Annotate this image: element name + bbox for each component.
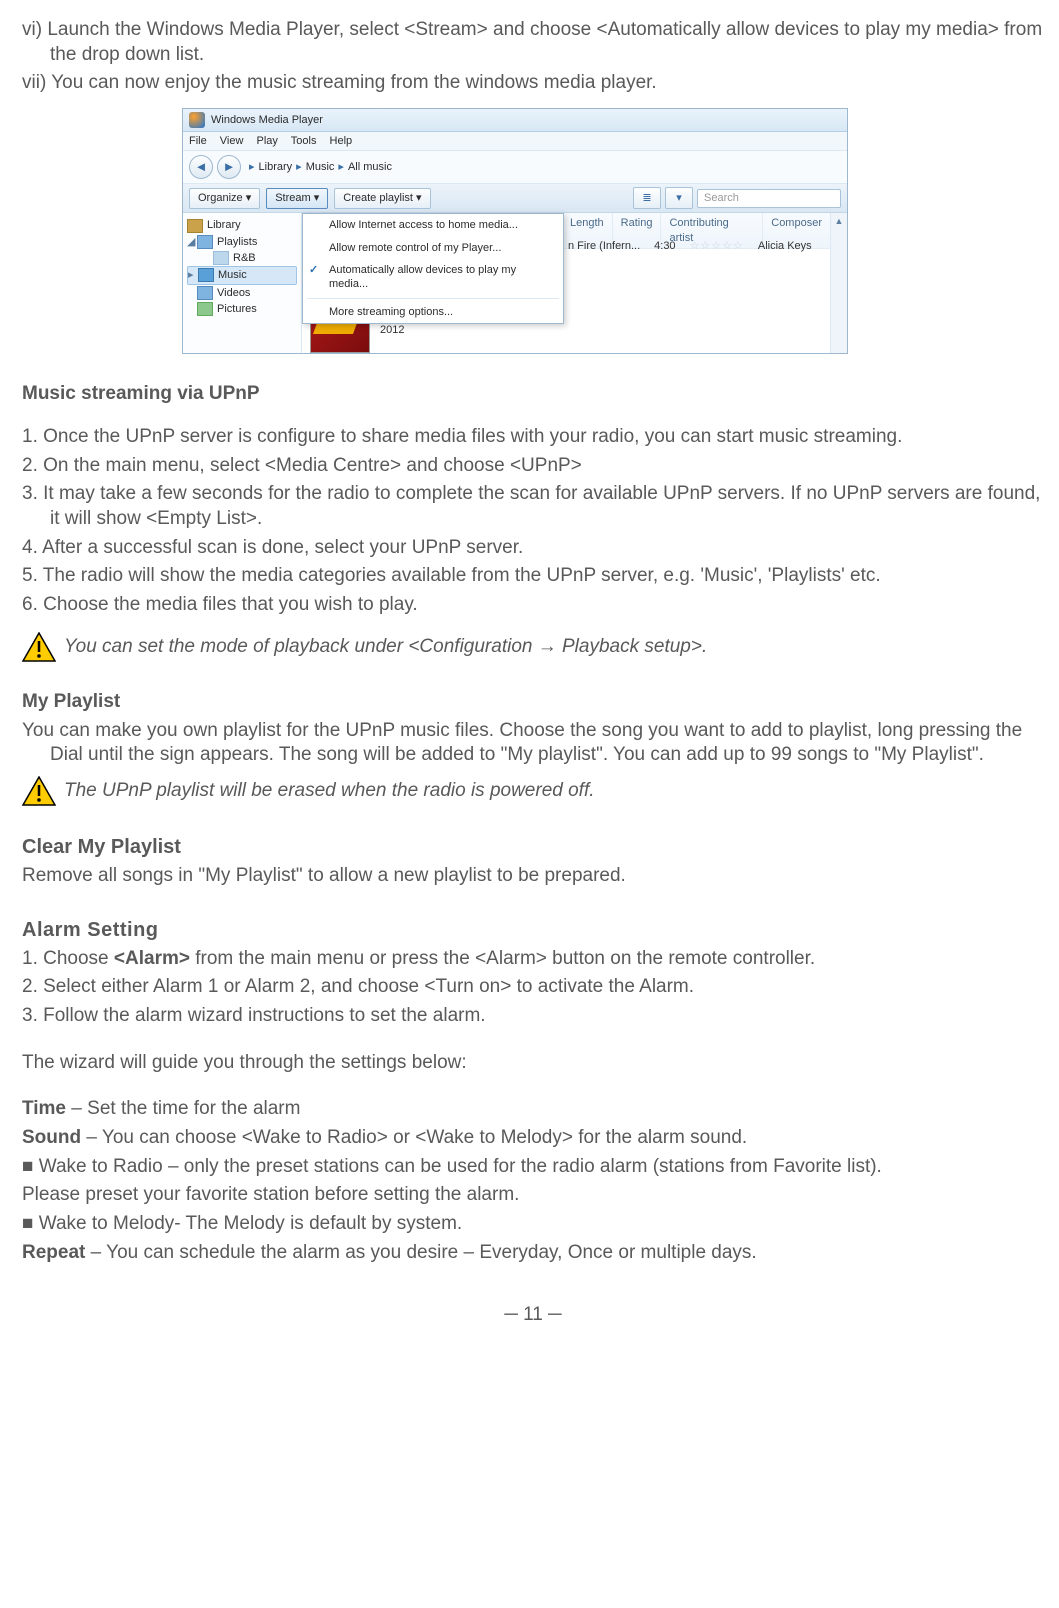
wizard-intro: The wizard will guide you through the se… — [22, 1051, 1044, 1076]
warning-playback: You can set the mode of playback under <… — [22, 632, 1044, 662]
dropdown-item-4[interactable]: More streaming options... — [303, 301, 563, 323]
wake-to-radio: ■ Wake to Radio – only the preset statio… — [22, 1155, 1044, 1180]
step-vi: vi) Launch the Windows Media Player, sel… — [22, 18, 1044, 67]
sidebar-item-library[interactable]: Library — [187, 217, 297, 233]
upnp-step-1: 1. Once the UPnP server is configure to … — [22, 425, 1044, 450]
setting-sound: Sound – You can choose <Wake to Radio> o… — [22, 1126, 1044, 1151]
menu-play[interactable]: Play — [257, 135, 278, 147]
track-title: n Fire (Infern... — [568, 239, 640, 253]
upnp-step-3: 3. It may take a few seconds for the rad… — [22, 482, 1044, 531]
wmp-sidebar: Library ◢Playlists R&B ▸Music Videos Pic… — [183, 213, 302, 353]
wmp-screenshot: Windows Media Player File View Play Tool… — [182, 108, 1044, 354]
heading-alarm: Alarm Setting — [22, 917, 1044, 943]
view-mode-icon[interactable]: ≣ — [633, 187, 661, 209]
clear-text: Remove all songs in "My Playlist" to all… — [22, 864, 1044, 889]
breadcrumb-2[interactable]: Music — [306, 160, 335, 174]
playlists-icon — [197, 235, 213, 249]
wmp-title: Windows Media Player — [211, 113, 323, 127]
stream-button[interactable]: Stream ▾ — [266, 188, 328, 208]
create-playlist-button[interactable]: Create playlist ▾ — [334, 188, 430, 208]
menu-help[interactable]: Help — [330, 135, 353, 147]
wmp-navbar: ◄ ► ▸ Library ▸ Music ▸ All music — [183, 151, 847, 184]
upnp-step-6: 6. Choose the media files that you wish … — [22, 593, 1044, 618]
track-length: 4:30 — [654, 239, 675, 253]
upnp-step-2: 2. On the main menu, select <Media Centr… — [22, 454, 1044, 479]
scroll-up-icon[interactable]: ▲ — [831, 213, 847, 229]
setting-repeat: Repeat – You can schedule the alarm as y… — [22, 1241, 1044, 1266]
alarm-step-1: 1. Choose <Alarm> from the main menu or … — [22, 947, 1044, 972]
track-artist: Alicia Keys — [758, 239, 812, 253]
sidebar-item-playlists[interactable]: ◢Playlists — [187, 234, 297, 250]
wake-to-melody: ■ Wake to Melody- The Melody is default … — [22, 1212, 1044, 1237]
view-mode-icon-2[interactable]: ▾ — [665, 187, 693, 209]
menu-tools[interactable]: Tools — [291, 135, 317, 147]
step-vii: vii) You can now enjoy the music streami… — [22, 71, 1044, 96]
myplaylist-text: You can make you own playlist for the UP… — [22, 719, 1044, 768]
dropdown-item-3[interactable]: ✓Automatically allow devices to play my … — [303, 259, 563, 296]
upnp-step-5: 5. The radio will show the media categor… — [22, 564, 1044, 589]
expand-icon: ▸ — [188, 268, 198, 282]
wmp-toolbar: Organize ▾ Stream ▾ Create playlist ▾ ≣ … — [183, 184, 847, 213]
breadcrumb-3[interactable]: All music — [348, 160, 392, 174]
page-number: ─ 11 ─ — [22, 1303, 1044, 1328]
organize-button[interactable]: Organize ▾ — [189, 188, 260, 208]
wmp-menubar: File View Play Tools Help — [183, 132, 847, 151]
expand-icon: ◢ — [187, 235, 197, 249]
menu-view[interactable]: View — [220, 135, 244, 147]
dropdown-item-2[interactable]: Allow remote control of my Player... — [303, 237, 563, 259]
sidebar-item-rnb[interactable]: R&B — [187, 250, 297, 266]
rating-stars-icon: ☆☆☆☆☆ — [690, 239, 744, 253]
sidebar-item-videos[interactable]: Videos — [187, 285, 297, 301]
videos-icon — [197, 286, 213, 300]
menu-file[interactable]: File — [189, 135, 207, 147]
sidebar-item-pictures[interactable]: Pictures — [187, 301, 297, 317]
breadcrumb-1[interactable]: Library — [259, 160, 293, 174]
album-year: 2012 — [380, 323, 428, 338]
pictures-icon — [197, 302, 213, 316]
warning-text: You can set the mode of playback under <… — [64, 635, 707, 660]
warning-text: The UPnP playlist will be erased when th… — [64, 779, 595, 804]
heading-upnp: Music streaming via UPnP — [22, 382, 1044, 407]
playlist-icon — [213, 251, 229, 265]
warning-playlist: The UPnP playlist will be erased when th… — [22, 776, 1044, 806]
wmp-content: Allow Internet access to home media... A… — [302, 213, 847, 353]
warning-icon — [22, 632, 56, 662]
heading-myplaylist: My Playlist — [22, 690, 1044, 715]
alarm-step-2: 2. Select either Alarm 1 or Alarm 2, and… — [22, 975, 1044, 1000]
upnp-step-4: 4. After a successful scan is done, sele… — [22, 536, 1044, 561]
wmp-titlebar: Windows Media Player — [183, 109, 847, 132]
sidebar-item-music[interactable]: ▸Music — [187, 266, 297, 284]
music-icon — [198, 268, 214, 282]
search-input[interactable]: Search — [697, 189, 841, 207]
preset-note: Please preset your favorite station befo… — [22, 1183, 1044, 1208]
setting-time: Time – Set the time for the alarm — [22, 1097, 1044, 1122]
alarm-step-3: 3. Follow the alarm wizard instructions … — [22, 1004, 1044, 1029]
nav-fwd-icon[interactable]: ► — [217, 155, 241, 179]
library-icon — [187, 219, 203, 233]
stream-dropdown: Allow Internet access to home media... A… — [302, 213, 564, 323]
nav-back-icon[interactable]: ◄ — [189, 155, 213, 179]
scrollbar[interactable]: ▲ — [830, 213, 847, 353]
table-row[interactable]: n Fire (Infern... 4:30 ☆☆☆☆☆ Alicia Keys — [568, 239, 812, 253]
heading-clear: Clear My Playlist — [22, 834, 1044, 860]
warning-icon — [22, 776, 56, 806]
wmp-logo-icon — [189, 112, 205, 128]
dropdown-item-1[interactable]: Allow Internet access to home media... — [303, 214, 563, 236]
check-icon: ✓ — [309, 263, 318, 277]
